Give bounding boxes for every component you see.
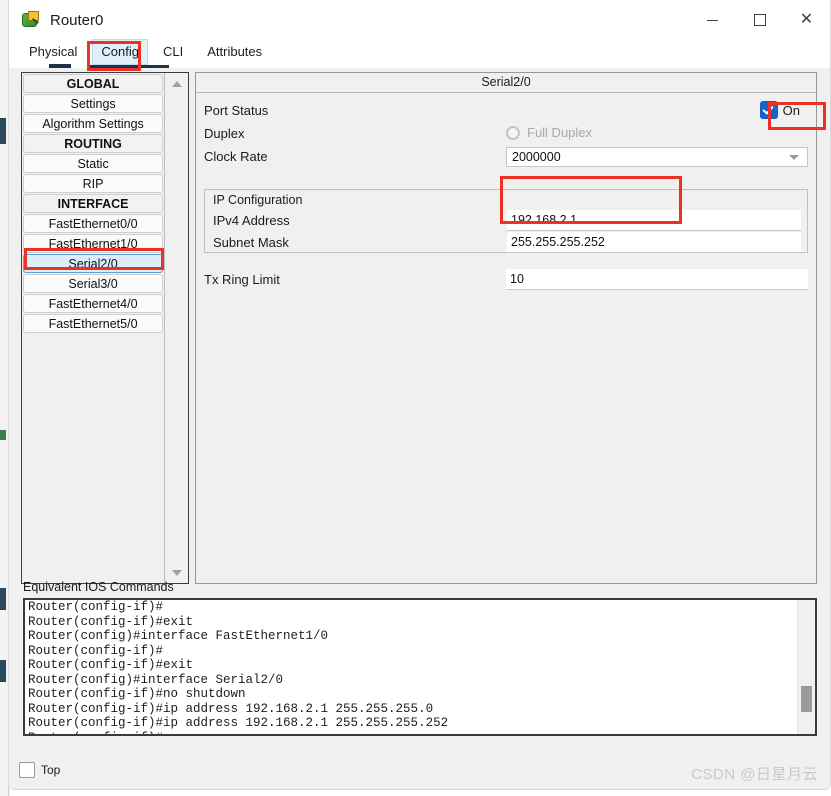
tx-ring-limit-row: Tx Ring Limit 10 <box>196 269 816 291</box>
duplex-full-option[interactable]: Full Duplex <box>506 125 592 140</box>
ios-line: Router(config-if)#exit <box>28 658 194 672</box>
tx-ring-limit-input[interactable]: 10 <box>506 269 808 290</box>
checkbox-on-icon[interactable] <box>759 101 778 119</box>
sidebar-item-settings[interactable]: Settings <box>23 94 164 113</box>
ios-line: Router(config-if)#no shutdown <box>28 687 246 701</box>
minimize-icon <box>707 19 718 21</box>
ios-commands-text: Router(config)#interface Serial2/0 Route… <box>25 600 797 734</box>
close-button[interactable]: ✕ <box>783 0 830 40</box>
scrollbar-thumb[interactable] <box>801 686 812 712</box>
sidebar-item-static[interactable]: Static <box>23 154 164 173</box>
panel-title: Serial2/0 <box>196 73 816 93</box>
router-icon <box>21 10 41 30</box>
clock-rate-label: Clock Rate <box>204 149 268 164</box>
checkbox-unchecked-icon[interactable] <box>19 762 35 778</box>
radio-unselected-icon[interactable] <box>506 125 520 140</box>
clock-rate-dropdown[interactable]: 2000000 <box>506 147 808 167</box>
ios-line: Router(config-if)# <box>28 731 797 735</box>
tx-ring-limit-label: Tx Ring Limit <box>204 272 280 287</box>
sidebar-header-interface: INTERFACE <box>23 194 164 213</box>
duplex-label: Duplex <box>204 126 245 141</box>
watermark: CSDN @日星月云 <box>691 766 818 783</box>
port-status-toggle[interactable]: On <box>759 101 800 119</box>
sidebar-item-fastethernet0-0[interactable]: FastEthernet0/0 <box>23 214 164 233</box>
ios-line: Router(config)#interface Serial2/0 <box>28 672 284 687</box>
duplex-row: Duplex Full Duplex <box>196 124 816 147</box>
ios-commands-label: Equivalent IOS Commands <box>23 580 174 594</box>
subnet-mask-row: Subnet Mask 255.255.255.252 <box>205 232 807 254</box>
window-title: Router0 <box>50 11 104 29</box>
content-area: GLOBAL Settings Algorithm Settings ROUTI… <box>9 68 830 789</box>
sidebar-item-rip[interactable]: RIP <box>23 174 164 193</box>
window-controls: ✕ <box>689 0 830 40</box>
subnet-mask-label: Subnet Mask <box>213 235 289 250</box>
sidebar-item-algorithm-settings[interactable]: Algorithm Settings <box>23 114 164 133</box>
top-checkbox[interactable]: Top <box>19 762 60 778</box>
panel-body: Port Status On Duplex Full Duplex Clock … <box>196 93 816 290</box>
port-status-on-label: On <box>782 102 800 118</box>
scroll-down-arrow[interactable] <box>165 564 188 581</box>
sidebar-item-fastethernet5-0[interactable]: FastEthernet5/0 <box>23 314 164 333</box>
ipv4-address-row: IPv4 Address 192.168.2.1 <box>205 210 807 232</box>
duplex-option-label: Full Duplex <box>527 125 593 140</box>
maximize-button[interactable] <box>736 0 783 40</box>
clock-rate-value: 2000000 <box>512 150 561 164</box>
title-bar: Router0 ✕ <box>9 0 830 40</box>
sidebar-header-routing: ROUTING <box>23 134 164 153</box>
maximize-icon <box>753 14 766 26</box>
sidebar-item-serial3-0[interactable]: Serial3/0 <box>23 274 164 293</box>
clock-rate-row: Clock Rate 2000000 <box>196 147 816 170</box>
sidebar-item-fastethernet4-0[interactable]: FastEthernet4/0 <box>23 294 164 313</box>
ip-configuration-group: IP Configuration IPv4 Address 192.168.2.… <box>204 189 808 253</box>
sidebar-scrollbar[interactable] <box>164 73 188 583</box>
tab-cli[interactable]: CLI <box>155 40 191 64</box>
scroll-up-arrow[interactable] <box>165 75 188 92</box>
background-strip <box>0 430 6 440</box>
ios-line: Router(config-if)# <box>28 600 164 614</box>
ios-line: Router(config-if)#exit <box>28 614 194 629</box>
ios-line: Router(config-if)#ip address 192.168.2.1… <box>28 701 434 716</box>
ios-console-scrollbar[interactable] <box>797 600 815 734</box>
ipv4-address-input[interactable]: 192.168.2.1 <box>507 210 801 231</box>
background-strip <box>0 660 6 682</box>
tab-config[interactable]: Config <box>87 39 169 69</box>
interface-config-panel: Serial2/0 Port Status On Duplex Full Dup… <box>195 72 817 584</box>
ip-configuration-title: IP Configuration <box>213 193 303 207</box>
background-strip <box>0 588 6 610</box>
ipv4-address-label: IPv4 Address <box>213 213 290 228</box>
window-footer: Top CSDN @日星月云 <box>9 753 830 789</box>
tab-bar: Physical Config CLI Attributes <box>9 39 830 69</box>
router-config-window: Router0 ✕ Physical Config CLI Attributes… <box>8 0 831 790</box>
background-strip <box>0 118 6 144</box>
sidebar-item-serial2-0[interactable]: Serial2/0 <box>23 254 164 273</box>
sidebar-item-fastethernet1-0[interactable]: FastEthernet1/0 <box>23 234 164 253</box>
tab-physical[interactable]: Physical <box>21 40 85 64</box>
minimize-button[interactable] <box>689 0 736 40</box>
sidebar-list: GLOBAL Settings Algorithm Settings ROUTI… <box>22 73 164 583</box>
top-checkbox-label: Top <box>41 763 61 777</box>
ios-commands-console[interactable]: Router(config)#interface Serial2/0 Route… <box>23 598 817 736</box>
tab-attributes[interactable]: Attributes <box>199 40 270 64</box>
ios-line: Router(config-if)#ip address 192.168.2.1… <box>28 716 449 730</box>
port-status-label: Port Status <box>204 103 269 118</box>
sidebar-header-global: GLOBAL <box>23 74 164 93</box>
ios-line: Router(config)#interface FastEthernet1/0 <box>28 629 329 643</box>
port-status-row: Port Status On <box>196 101 816 124</box>
chevron-down-icon <box>789 154 799 160</box>
config-sidebar: GLOBAL Settings Algorithm Settings ROUTI… <box>21 72 189 584</box>
subnet-mask-input[interactable]: 255.255.255.252 <box>507 232 801 253</box>
close-icon: ✕ <box>799 11 814 28</box>
ios-line: Router(config-if)# <box>28 643 164 658</box>
